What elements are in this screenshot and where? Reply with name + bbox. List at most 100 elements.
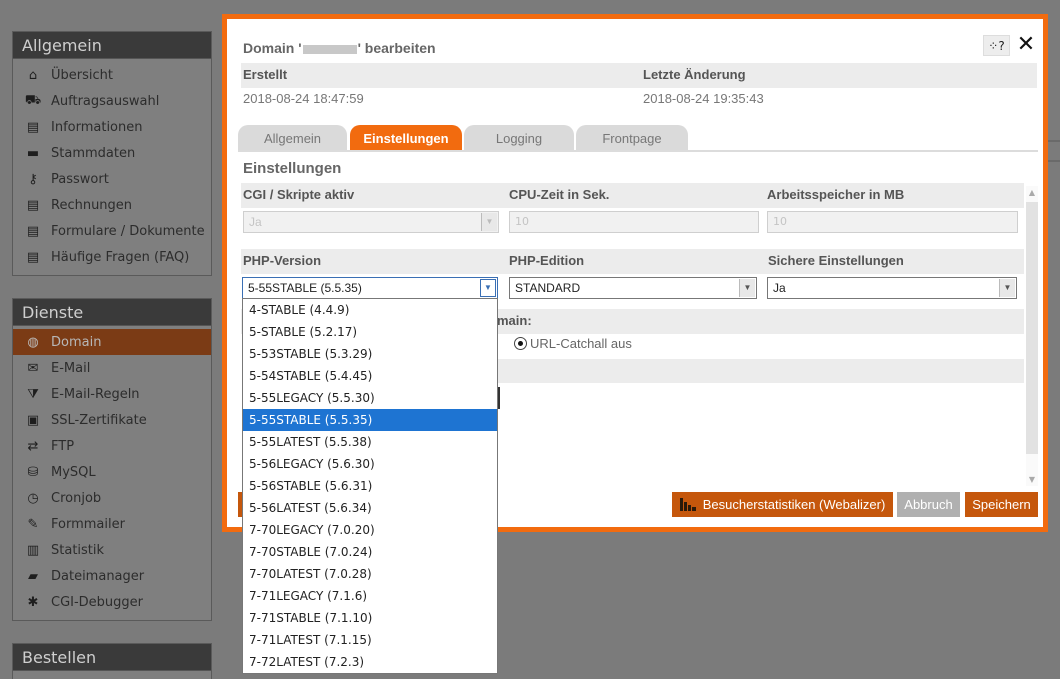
database-icon: ⛁ [27, 464, 39, 480]
sidebar-item-cgi-debugger[interactable]: ✱ CGI-Debugger [13, 589, 211, 615]
php-version-select[interactable]: 5-55STABLE (5.5.35) ▼ [242, 277, 498, 299]
sidebar-item-rechnungen[interactable]: ▤ Rechnungen [13, 192, 211, 218]
chevron-down-icon[interactable]: ▼ [480, 279, 496, 297]
close-icon[interactable]: ✕ [1015, 34, 1037, 56]
sidebar-item-label: Rechnungen [51, 197, 133, 213]
php-version-option[interactable]: 5-STABLE (5.2.17) [243, 321, 497, 343]
sidebar-item-label: FTP [51, 438, 75, 454]
background-page-strip [1048, 160, 1060, 162]
scroll-up-icon[interactable]: ▲ [1027, 188, 1037, 197]
sidebar-item-e-mail[interactable]: ✉ E-Mail [13, 355, 211, 381]
sidebar-item-statistik[interactable]: ▥ Statistik [13, 537, 211, 563]
bar-chart-icon: ▥ [26, 542, 40, 558]
sidebar-order-title[interactable]: Bestellen [13, 644, 211, 671]
sidebar-item-e-mail-regeln[interactable]: ⧩ E-Mail-Regeln [13, 381, 211, 407]
php-version-option[interactable]: 5-54STABLE (5.4.45) [243, 365, 497, 387]
php-version-option[interactable]: 5-55LEGACY (5.5.30) [243, 387, 497, 409]
tab-allgemein[interactable]: Allgemein [238, 125, 347, 152]
sidebar-item-stammdaten[interactable]: ▬ Stammdaten [13, 140, 211, 166]
sidebar-item-label: Häufige Fragen (FAQ) [51, 249, 190, 265]
php-edition-label: PHP-Edition [509, 253, 585, 268]
php-version-dropdown-list: 4-STABLE (4.4.9) 5-STABLE (5.2.17) 5-53STA… [242, 298, 498, 674]
sidebar-item-label: E-Mail [51, 360, 91, 376]
document-icon: ▤ [26, 249, 40, 265]
sidebar-item-label: E-Mail-Regeln [51, 386, 140, 402]
section-title: Einstellungen [243, 160, 342, 177]
php-version-option[interactable]: 7-70STABLE (7.0.24) [243, 541, 497, 563]
home-icon: ⌂ [28, 67, 38, 83]
filter-icon: ⧩ [27, 386, 39, 402]
sidebar-item-label: Formulare / Dokumente [51, 223, 205, 239]
sidebar-services-panel: Dienste ◍ Domain ✉ E-Mail ⧩ E-Mail-Regeln ▣ SSL… [12, 298, 212, 621]
chevron-down-icon[interactable]: ▼ [739, 279, 755, 297]
php-version-option[interactable]: 7-70LEGACY (7.0.20) [243, 519, 497, 541]
php-version-option[interactable]: 7-72LATEST (7.2.3) [243, 651, 497, 673]
sidebar-item-übersicht[interactable]: ⌂ Übersicht [13, 62, 211, 88]
content-scrollbar[interactable]: ▲ ▼ [1026, 186, 1038, 486]
php-version-option[interactable]: 5-56LEGACY (5.6.30) [243, 453, 497, 475]
sidebar-item-auftragsauswahl[interactable]: ⛟ Auftragsauswahl [13, 88, 211, 114]
sidebar-item-label: Statistik [51, 542, 105, 558]
cancel-button[interactable]: Abbruch [897, 492, 960, 517]
url-catchall-off-radio[interactable]: URL-Catchall aus [514, 336, 632, 351]
tab-frontpage[interactable]: Frontpage [576, 125, 688, 152]
sidebar-item-formmailer[interactable]: ✎ Formmailer [13, 511, 211, 537]
redacted-domain [302, 44, 357, 54]
cpu-time-label: CPU-Zeit in Sek. [509, 187, 610, 202]
safe-settings-select[interactable]: Ja ▼ [767, 277, 1017, 299]
sidebar-item-label: Stammdaten [51, 145, 136, 161]
scrollbar-thumb[interactable] [1026, 202, 1038, 454]
sidebar-item-passwort[interactable]: ⚷ Passwort [13, 166, 211, 192]
sidebar-item-label: Domain [51, 334, 102, 350]
visitor-statistics-button[interactable]: Besucherstatistiken (Webalizer) [672, 492, 893, 517]
sidebar-item-informationen[interactable]: ▤ Informationen [13, 114, 211, 140]
php-version-option[interactable]: 5-56LATEST (5.6.34) [243, 497, 497, 519]
safe-settings-label: Sichere Einstellungen [768, 253, 904, 268]
sidebar-item-formulare-dokumente[interactable]: ▤ Formulare / Dokumente [13, 218, 211, 244]
php-version-option[interactable]: 7-71LATEST (7.1.15) [243, 629, 497, 651]
sidebar-item-label: MySQL [51, 464, 96, 480]
catchall-label: main: [497, 313, 532, 328]
tab-einstellungen[interactable]: Einstellungen [350, 125, 462, 152]
save-button[interactable]: Speichern [965, 492, 1038, 517]
help-button[interactable]: ⁘? [983, 35, 1010, 56]
php-version-option[interactable]: 7-71LEGACY (7.1.6) [243, 585, 497, 607]
php-version-option[interactable]: 5-56STABLE (5.6.31) [243, 475, 497, 497]
sidebar-order-panel: Bestellen [12, 643, 212, 679]
chevron-down-icon[interactable]: ▼ [999, 279, 1015, 297]
php-version-option[interactable]: 4-STABLE (4.4.9) [243, 299, 497, 321]
sidebar-item-cronjob[interactable]: ◷ Cronjob [13, 485, 211, 511]
sidebar-item-domain[interactable]: ◍ Domain [13, 329, 211, 355]
dialog-title-suffix: ' bearbeiten [357, 40, 436, 56]
sidebar-item-label: CGI-Debugger [51, 594, 144, 610]
php-version-option[interactable]: 7-70LATEST (7.0.28) [243, 563, 497, 585]
php-version-option[interactable]: 5-55LATEST (5.5.38) [243, 431, 497, 453]
last-changed-label: Letzte Änderung [643, 67, 746, 82]
sidebar-item-ftp[interactable]: ⇄ FTP [13, 433, 211, 459]
last-changed-value: 2018-08-24 19:35:43 [643, 91, 764, 106]
php-version-option[interactable]: 7-71STABLE (7.1.10) [243, 607, 497, 629]
php-edition-select[interactable]: STANDARD ▼ [509, 277, 757, 299]
php-version-option[interactable]: 5-53STABLE (5.3.29) [243, 343, 497, 365]
scroll-down-icon[interactable]: ▼ [1027, 475, 1037, 484]
created-value: 2018-08-24 18:47:59 [243, 91, 364, 106]
help-label: ? [998, 38, 1005, 53]
php-version-option[interactable]: 5-55STABLE (5.5.35) [243, 409, 497, 431]
hidden-input-edge [498, 387, 500, 409]
memory-label: Arbeitsspeicher in MB [767, 187, 905, 202]
field-header-row [241, 249, 1024, 274]
sidebar-item-dateimanager[interactable]: ▰ Dateimanager [13, 563, 211, 589]
sidebar-item-mysql[interactable]: ⛁ MySQL [13, 459, 211, 485]
memory-input: 10 [767, 211, 1018, 233]
sidebar-item-ssl-zertifikate[interactable]: ▣ SSL-Zertifikate [13, 407, 211, 433]
dialog-title: Domain ' ' bearbeiten [243, 40, 436, 56]
bar-chart-icon [679, 498, 697, 511]
bug-icon: ✱ [27, 594, 39, 610]
dialog-title-prefix: Domain ' [243, 40, 302, 56]
cgi-select-value: Ja [249, 215, 262, 229]
document-icon: ▤ [26, 223, 40, 239]
pointer-help-icon: ⁘ [988, 38, 999, 53]
tab-logging[interactable]: Logging [464, 125, 574, 152]
sidebar-item-häufige-fragen-faq[interactable]: ▤ Häufige Fragen (FAQ) [13, 244, 211, 270]
sidebar-item-label: Informationen [51, 119, 143, 135]
